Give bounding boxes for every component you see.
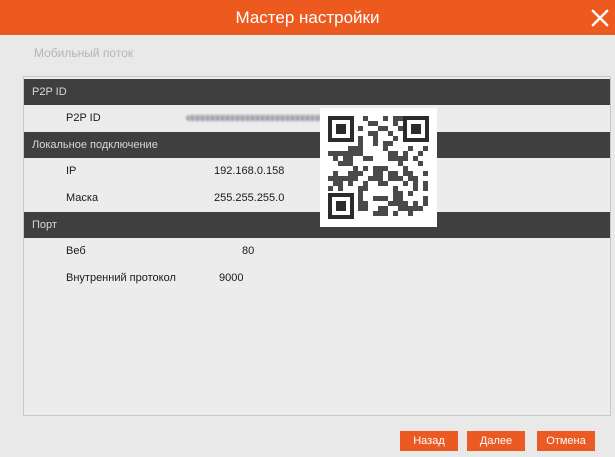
section-header-ports: Порт — [24, 212, 610, 238]
settings-panel: P2P ID P2P ID Локальное подключение IP 1… — [23, 76, 611, 416]
ip-value: 192.168.0.158 — [214, 165, 285, 177]
row-web: Веб 80 — [24, 238, 610, 264]
section-title: Мобильный поток — [34, 46, 134, 60]
p2p-id-value — [186, 115, 326, 121]
close-icon[interactable] — [589, 7, 611, 29]
mask-label: Маска — [66, 192, 99, 204]
mask-value: 255.255.255.0 — [214, 192, 285, 204]
title-bar: Мастер настройки — [0, 0, 615, 35]
window-title: Мастер настройки — [235, 8, 380, 27]
internal-port-value: 9000 — [219, 272, 244, 284]
web-port-value: 80 — [242, 245, 255, 257]
section-header-local: Локальное подключение — [24, 132, 610, 158]
row-internal: Внутренний протокол 9000 — [24, 265, 610, 291]
qr-code-icon — [320, 108, 437, 227]
internal-port-label: Внутренний протокол — [66, 272, 176, 284]
row-ip: IP 192.168.0.158 — [24, 158, 610, 184]
section-header-p2p: P2P ID — [24, 79, 610, 105]
cancel-button[interactable]: Отмена — [537, 431, 595, 451]
web-port-label: Веб — [66, 245, 86, 257]
p2p-id-label: P2P ID — [66, 112, 101, 124]
next-button[interactable]: Далее — [467, 431, 525, 451]
row-mask: Маска 255.255.255.0 — [24, 185, 610, 211]
back-button[interactable]: Назад — [400, 431, 458, 451]
row-p2p-id: P2P ID — [24, 105, 610, 131]
ip-label: IP — [66, 165, 77, 177]
